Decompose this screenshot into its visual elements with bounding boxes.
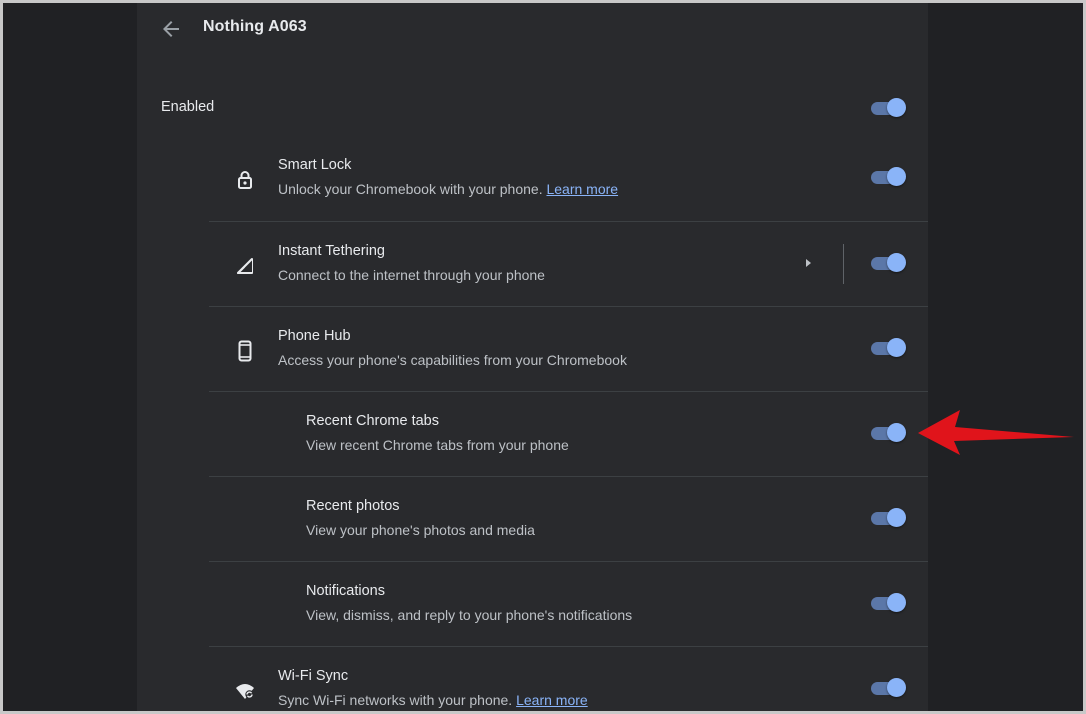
toggle-knob xyxy=(887,678,906,697)
enabled-toggle[interactable] xyxy=(870,98,906,118)
wifi-sync-toggle[interactable] xyxy=(870,678,906,698)
toggle-knob xyxy=(887,593,906,612)
notifications-label: Notifications xyxy=(306,583,385,599)
wifi-sync-label: Wi-Fi Sync xyxy=(278,668,349,684)
page-title: Nothing A063 xyxy=(203,18,307,35)
recent-photos-row: Recent photos View your phone's photos a… xyxy=(209,476,928,562)
instant-tethering-toggle[interactable] xyxy=(870,253,906,273)
smart-lock-toggle[interactable] xyxy=(870,167,906,187)
settings-panel: Nothing A063 Enabled Smart Lock Unlock y… xyxy=(137,3,928,711)
wifi-sync-row: Wi-Fi Sync Sync Wi-Fi networks with your… xyxy=(209,646,928,711)
smart-lock-row: Smart Lock Unlock your Chromebook with y… xyxy=(209,136,928,221)
phone-hub-row: Phone Hub Access your phone's capabiliti… xyxy=(209,306,928,392)
enabled-row: Enabled xyxy=(137,81,928,135)
phone-hub-toggle[interactable] xyxy=(870,338,906,358)
smart-lock-learn-more-link[interactable]: Learn more xyxy=(546,181,618,197)
recent-chrome-tabs-toggle[interactable] xyxy=(870,423,906,443)
wifi-sync-icon xyxy=(233,679,257,703)
wifi-sync-description: Sync Wi-Fi networks with your phone. Lea… xyxy=(278,692,588,708)
instant-tethering-label: Instant Tethering xyxy=(278,243,385,259)
recent-chrome-tabs-row: Recent Chrome tabs View recent Chrome ta… xyxy=(209,391,928,477)
toggle-knob xyxy=(887,338,906,357)
back-arrow-icon[interactable] xyxy=(159,17,183,41)
toggle-knob xyxy=(887,508,906,527)
phone-hub-description: Access your phone's capabilities from yo… xyxy=(278,352,627,368)
divider xyxy=(843,244,844,284)
screenshot-frame: Nothing A063 Enabled Smart Lock Unlock y… xyxy=(0,0,1086,714)
toggle-knob xyxy=(887,253,906,272)
recent-chrome-tabs-description: View recent Chrome tabs from your phone xyxy=(306,437,569,453)
chevron-right-icon[interactable] xyxy=(803,256,815,270)
recent-photos-description: View your phone's photos and media xyxy=(306,522,535,538)
phone-hub-label: Phone Hub xyxy=(278,328,351,344)
enabled-label: Enabled xyxy=(161,99,215,115)
page-header: Nothing A063 xyxy=(137,3,928,55)
instant-tethering-row[interactable]: Instant Tethering Connect to the interne… xyxy=(209,221,928,307)
toggle-knob xyxy=(887,167,906,186)
notifications-description: View, dismiss, and reply to your phone's… xyxy=(306,607,633,623)
instant-tethering-description: Connect to the internet through your pho… xyxy=(278,267,545,283)
recent-photos-label: Recent photos xyxy=(306,498,400,514)
phone-icon xyxy=(233,339,257,363)
recent-chrome-tabs-label: Recent Chrome tabs xyxy=(306,413,439,429)
wifi-sync-learn-more-link[interactable]: Learn more xyxy=(516,692,588,708)
notifications-toggle[interactable] xyxy=(870,593,906,613)
notifications-row: Notifications View, dismiss, and reply t… xyxy=(209,561,928,647)
annotation-arrow-icon xyxy=(908,403,1078,458)
signal-icon xyxy=(233,254,257,278)
lock-icon xyxy=(233,168,257,192)
toggle-knob xyxy=(887,423,906,442)
recent-photos-toggle[interactable] xyxy=(870,508,906,528)
smart-lock-label: Smart Lock xyxy=(278,157,352,173)
toggle-knob xyxy=(887,98,906,117)
smart-lock-description: Unlock your Chromebook with your phone. … xyxy=(278,181,619,197)
